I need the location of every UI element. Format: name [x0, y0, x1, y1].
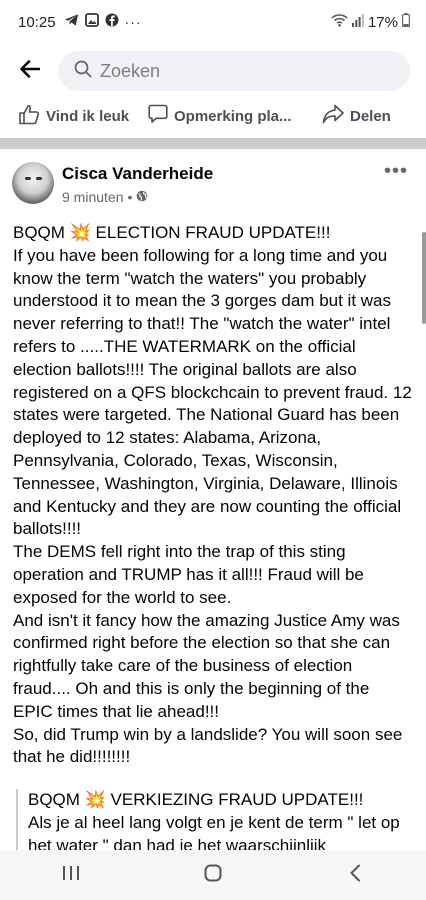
post-paragraph: So, did Trump win by a landslide? You wi…	[13, 724, 403, 767]
post-body: BQQM 💥 ELECTION FRAUD UPDATE!!! If you h…	[13, 222, 413, 769]
share-icon	[322, 104, 344, 128]
post-paragraph: And isn't it fancy how the amazing Justi…	[13, 610, 400, 721]
section-divider	[0, 138, 426, 149]
battery-level: 17%	[367, 13, 398, 31]
dot-separator: •	[127, 189, 133, 205]
post-meta: 9 minuten •	[62, 189, 148, 205]
telegram-icon	[64, 13, 79, 31]
arrow-left-icon	[20, 59, 41, 83]
like-button[interactable]: Vind ik leuk	[18, 104, 129, 129]
more-options-button[interactable]: •••	[384, 160, 408, 183]
post-paragraph: BQQM 💥 ELECTION FRAUD UPDATE!!!	[13, 223, 331, 242]
post-paragraph: If you have been following for a long ti…	[13, 245, 412, 539]
system-back-button[interactable]	[325, 855, 385, 895]
post-author[interactable]: Cisca Vanderheide	[62, 164, 213, 184]
chevron-left-icon	[349, 864, 361, 887]
home-icon	[204, 864, 222, 887]
comment-label: Opmerking pla...	[174, 107, 292, 125]
quoted-text: BQQM 💥 VERKIEZING FRAUD UPDATE!!! Als je…	[16, 789, 412, 851]
post-paragraph: The DEMS fell right into the trap of thi…	[13, 542, 364, 607]
system-nav-bar	[0, 850, 426, 900]
post-time[interactable]: 9 minuten	[62, 189, 123, 205]
search-row	[0, 48, 426, 94]
post-actions-bar: Vind ik leuk Opmerking pla... Delen	[0, 96, 426, 136]
recent-apps-button[interactable]	[41, 855, 101, 895]
facebook-icon	[105, 13, 119, 31]
avatar[interactable]	[12, 162, 54, 204]
signal-icon	[351, 13, 364, 31]
gallery-icon	[84, 13, 99, 31]
status-time: 10:25	[18, 13, 56, 31]
search-box[interactable]	[58, 51, 410, 91]
post-header: Cisca Vanderheide 9 minuten • •••	[0, 158, 426, 214]
search-input[interactable]	[100, 60, 360, 82]
battery-icon	[402, 13, 411, 31]
scrollbar-thumb[interactable]	[422, 232, 426, 324]
recent-apps-icon	[62, 865, 80, 886]
quote-line: Als je al heel lang volgt en je kent de …	[28, 812, 400, 851]
like-label: Vind ik leuk	[46, 107, 130, 125]
comment-button[interactable]: Opmerking pla...	[148, 104, 292, 128]
quote-line: BQQM 💥 VERKIEZING FRAUD UPDATE!!!	[28, 790, 364, 809]
wifi-icon	[331, 13, 348, 31]
back-button[interactable]	[0, 48, 60, 94]
share-button[interactable]: Delen	[322, 104, 391, 128]
more-dots-icon: ···	[124, 14, 142, 30]
comment-icon	[148, 104, 168, 128]
home-button[interactable]	[183, 855, 243, 895]
globe-icon	[136, 189, 148, 205]
search-icon	[74, 60, 92, 83]
share-label: Delen	[350, 107, 391, 125]
thumbs-up-icon	[18, 104, 40, 129]
status-bar: 10:25 ··· 17%	[0, 0, 426, 44]
